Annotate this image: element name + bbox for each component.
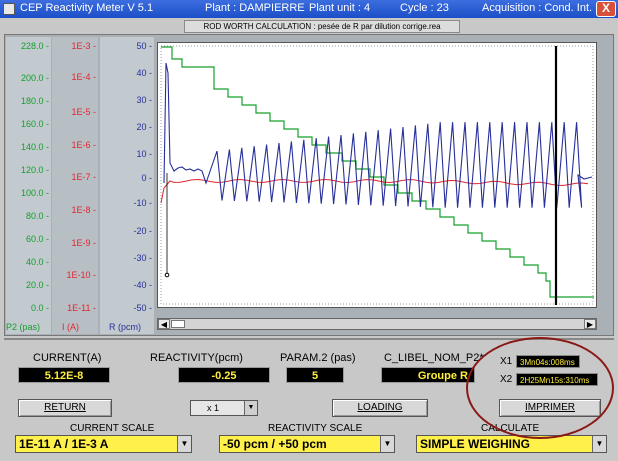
reactivity-tick-label: 10 - (136, 149, 152, 159)
libel-value: Groupe R (381, 367, 475, 383)
reactivity-tick-label: 0 - (141, 173, 152, 183)
p2-tick-label: 200.0 - (20, 73, 49, 83)
calculate-select[interactable]: SIMPLE WEIGHING ▼ (416, 435, 607, 453)
param2-value: 5 (286, 367, 344, 383)
app-icon (3, 3, 15, 15)
reactivity-tick-label: 20 - (136, 122, 152, 132)
calculate-label: CALCULATE (481, 423, 540, 434)
current-tick-label: 1E-9 - (71, 238, 96, 248)
horizontal-scrollbar[interactable]: ◀ ▶ (157, 318, 597, 330)
p2-tick-label: 60.0 - (25, 234, 49, 244)
reactivity-tick-label: -20 - (133, 226, 152, 236)
reactivity-tick-label: -40 - (133, 280, 152, 290)
cycle-label: Cycle : 23 (400, 2, 449, 14)
libel-label: C_LIBEL_NOM_P2* (384, 352, 484, 364)
reactivity-scale-value: -50 pcm / +50 pcm (223, 437, 327, 451)
cursor-x1-marker (164, 272, 170, 278)
p2-tick-label: 180.0 - (20, 96, 49, 106)
current-label: CURRENT(A) (33, 352, 102, 364)
current-tick-label: 1E-8 - (71, 205, 96, 215)
loading-button[interactable]: LOADING (332, 399, 428, 417)
p2-tick-label: 140.0 - (20, 142, 49, 152)
return-button[interactable]: RETURN (18, 399, 112, 417)
trend-plot[interactable] (157, 42, 597, 308)
plant-unit-label: Plant unit : 4 (309, 2, 371, 14)
divider (4, 338, 614, 340)
current-axis-unit: I (A) (62, 322, 79, 332)
chevron-down-icon[interactable]: ▼ (380, 436, 394, 452)
scroll-thumb[interactable] (171, 320, 185, 328)
plant-label: Plant : DAMPIERRE (205, 2, 305, 14)
current-tick-label: 1E-7 - (71, 172, 96, 182)
trend-plot-svg (160, 45, 594, 305)
current-tick-label: 1E-3 - (71, 41, 96, 51)
x1-value: 3Mn04s:008ms (516, 355, 580, 368)
p2-tick-label: 228.0 - (20, 41, 49, 51)
x1-label: X1 (500, 356, 513, 367)
p2-tick-label: 160.0 - (20, 119, 49, 129)
current-scale-label: CURRENT SCALE (70, 423, 155, 434)
p2-tick-label: 120.0 - (20, 165, 49, 175)
current-scale-select[interactable]: 1E-11 A / 1E-3 A ▼ (15, 435, 192, 453)
current-scale-value: 1E-11 A / 1E-3 A (19, 437, 109, 451)
reactivity-label: REACTIVITY(pcm) (150, 352, 243, 364)
zoom-value: x 1 (207, 403, 220, 413)
reactivity-scale-label: REACTIVITY SCALE (268, 423, 363, 434)
p2-tick-label: 100.0 - (20, 188, 49, 198)
current-tick-label: 1E-4 - (71, 72, 96, 82)
reactivity-scale-select[interactable]: -50 pcm / +50 pcm ▼ (219, 435, 395, 453)
reactivity-trace (163, 62, 593, 208)
reactivity-tick-label: 50 - (136, 41, 152, 51)
p2-axis-unit: P2 (pas) (6, 322, 41, 332)
p2-tick-label: 0.0 - (30, 303, 49, 313)
title-bar: CEP Reactivity Meter V 5.1 Plant : DAMPI… (0, 0, 618, 18)
x2-label: X2 (500, 374, 513, 385)
current-tick-label: 1E-6 - (71, 140, 96, 150)
close-button[interactable]: X (596, 1, 616, 17)
p2-tick-label: 40.0 - (25, 257, 49, 267)
current-tick-label: 1E-11 - (67, 303, 96, 313)
scroll-left-icon[interactable]: ◀ (158, 319, 170, 329)
print-button-label: IMPRIMER (525, 402, 575, 413)
reactivity-tick-label: 30 - (136, 95, 152, 105)
x2-value: 2H25Mn15s:310ms (516, 373, 598, 386)
current-tick-label: 1E-5 - (71, 107, 96, 117)
print-button[interactable]: IMPRIMER (499, 399, 601, 417)
return-button-label: RETURN (44, 402, 86, 413)
reactivity-tick-label: -50 - (133, 303, 152, 313)
reactivity-tick-label: -10 - (133, 198, 152, 208)
zoom-select[interactable]: x 1 ▼ (190, 400, 258, 416)
scroll-right-icon[interactable]: ▶ (584, 319, 596, 329)
chevron-down-icon[interactable]: ▼ (177, 436, 191, 452)
current-value: 5.12E-8 (18, 367, 110, 383)
calculation-title: ROD WORTH CALCULATION : pesée de R par d… (184, 20, 460, 33)
param2-label: PARAM.2 (pas) (280, 352, 356, 364)
reactivity-tick-label: 40 - (136, 68, 152, 78)
app-title: CEP Reactivity Meter V 5.1 (20, 2, 154, 14)
current-tick-label: 1E-10 - (66, 270, 96, 280)
reactivity-tick-label: -30 - (133, 253, 152, 263)
loading-button-label: LOADING (357, 402, 403, 413)
reactivity-value: -0.25 (178, 367, 270, 383)
p2-tick-label: 20.0 - (25, 280, 49, 290)
acquisition-label: Acquisition : Cond. Int. (482, 2, 593, 14)
chevron-down-icon[interactable]: ▼ (592, 436, 606, 452)
chevron-down-icon[interactable]: ▼ (244, 401, 257, 415)
p2-tick-label: 80.0 - (25, 211, 49, 221)
calculate-value: SIMPLE WEIGHING (420, 437, 531, 451)
reactivity-axis-unit: R (pcm) (109, 322, 141, 332)
